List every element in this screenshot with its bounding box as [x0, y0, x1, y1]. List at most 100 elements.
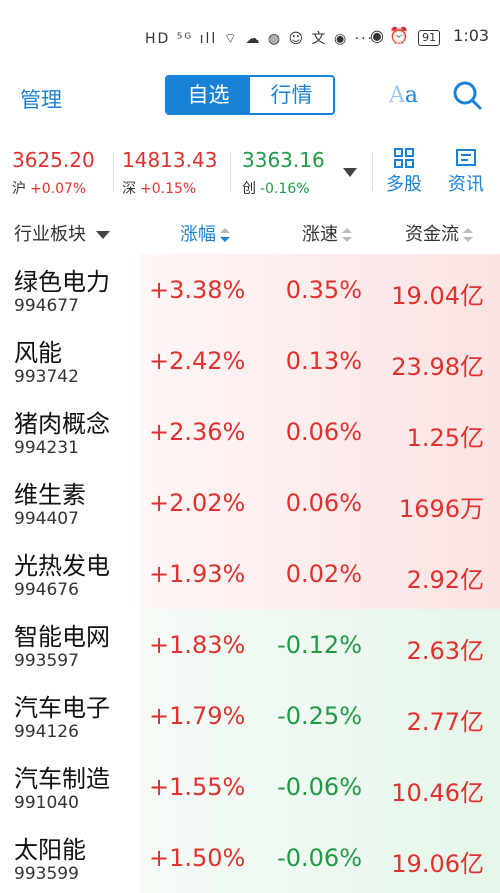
change-speed: -0.06%	[277, 773, 362, 801]
sector-code: 993742	[14, 367, 79, 387]
header-sector-label: 行业板块	[14, 224, 86, 245]
change-speed: 0.06%	[285, 418, 362, 446]
fund-flow: 1.25亿	[406, 424, 484, 452]
change-speed: 0.35%	[285, 276, 362, 304]
name-cell: 猪肉概念 994231	[0, 396, 141, 467]
divider	[113, 152, 114, 190]
fund-flow: 2.63亿	[406, 637, 484, 665]
index-change: +0.15%	[140, 181, 197, 197]
manage-button[interactable]: 管理	[20, 84, 62, 114]
change-pct: +2.36%	[149, 418, 246, 446]
change-pct: +1.79%	[149, 702, 246, 730]
sector-name: 绿色电力	[14, 268, 110, 296]
index-chinext[interactable]: 3363.16 创 -0.16%	[242, 148, 325, 198]
index-value: 14813.43	[122, 148, 218, 172]
header-sector[interactable]: 行业板块	[14, 220, 110, 246]
index-shanghai[interactable]: 3625.20 沪 +0.07%	[12, 148, 95, 198]
fund-flow: 23.98亿	[391, 353, 484, 381]
sector-name: 太阳能	[14, 836, 86, 864]
change-speed: 0.02%	[285, 560, 362, 588]
alarm-icon: ⏰	[389, 26, 409, 45]
status-icons: HD ⁵ᴳ ıll ⌔ ☁ ◍ ☺ 文 ◉ ···	[145, 31, 375, 47]
name-cell: 太阳能 993599	[0, 822, 141, 893]
fund-flow: 19.04亿	[391, 282, 484, 310]
header-speed[interactable]: 涨速	[302, 220, 352, 246]
name-cell: 光热发电 994676	[0, 538, 141, 609]
font-size-button[interactable]: Aa	[389, 83, 418, 108]
table-row[interactable]: 智能电网 993597 +1.83% -0.12% 2.63亿	[0, 609, 500, 680]
font-size-icon-a: A	[389, 83, 405, 108]
sort-icon	[463, 228, 473, 242]
header-flow-label: 资金流	[405, 224, 459, 245]
change-speed: -0.12%	[277, 631, 362, 659]
name-cell: 智能电网 993597	[0, 609, 141, 680]
status-bar: HD ⁵ᴳ ıll ⌔ ☁ ◍ ☺ 文 ◉ ··· ◉ ⏰ 91 1:03	[0, 0, 500, 70]
table-row[interactable]: 汽车制造 991040 +1.55% -0.06% 10.46亿	[0, 751, 500, 822]
change-pct: +2.42%	[149, 347, 246, 375]
header-change[interactable]: 涨幅	[180, 220, 230, 246]
change-pct: +2.02%	[149, 489, 246, 517]
sector-name: 光热发电	[14, 552, 110, 580]
multi-stock-button[interactable]: 多股	[386, 148, 422, 196]
tab-switcher: 自选 行情	[165, 75, 335, 115]
name-cell: 绿色电力 994677	[0, 254, 141, 325]
divider	[230, 152, 231, 190]
clock: 1:03	[453, 26, 490, 45]
change-pct: +3.38%	[149, 276, 246, 304]
fund-flow: 2.77亿	[406, 708, 484, 736]
table-row[interactable]: 汽车电子 994126 +1.79% -0.25% 2.77亿	[0, 680, 500, 751]
sector-name: 汽车制造	[14, 765, 110, 793]
change-speed: -0.25%	[277, 702, 362, 730]
sector-name: 维生素	[14, 481, 86, 509]
index-shenzhen[interactable]: 14813.43 深 +0.15%	[122, 148, 217, 198]
news-button[interactable]: 资讯	[448, 148, 484, 196]
index-change: +0.07%	[30, 181, 87, 197]
change-speed: 0.06%	[285, 489, 362, 517]
eye-icon: ◉	[370, 26, 384, 45]
index-change: -0.16%	[260, 181, 310, 197]
header-change-label: 涨幅	[180, 224, 216, 245]
table-row[interactable]: 风能 993742 +2.42% 0.13% 23.98亿	[0, 325, 500, 396]
search-icon[interactable]	[452, 80, 482, 110]
name-cell: 维生素 994407	[0, 467, 141, 538]
index-dropdown-icon[interactable]	[343, 168, 357, 177]
chevron-down-icon	[96, 231, 110, 239]
fund-flow: 2.92亿	[406, 566, 484, 594]
table-row[interactable]: 绿色电力 994677 +3.38% 0.35% 19.04亿	[0, 254, 500, 325]
change-pct: +1.93%	[149, 560, 246, 588]
sector-code: 994231	[14, 438, 79, 458]
table-row[interactable]: 光热发电 994676 +1.93% 0.02% 2.92亿	[0, 538, 500, 609]
index-value: 3625.20	[12, 148, 95, 172]
table-row[interactable]: 太阳能 993599 +1.50% -0.06% 19.06亿	[0, 822, 500, 893]
header-flow[interactable]: 资金流	[405, 220, 473, 246]
sort-icon	[342, 228, 352, 242]
change-pct: +1.50%	[149, 844, 246, 872]
change-pct: +1.83%	[149, 631, 246, 659]
sector-name: 汽车电子	[14, 694, 110, 722]
font-size-icon-b: a	[404, 83, 419, 108]
index-name: 深	[122, 181, 136, 197]
sector-code: 991040	[14, 793, 79, 813]
sort-icon	[220, 228, 230, 242]
sector-code: 994677	[14, 296, 79, 316]
news-icon	[456, 149, 476, 166]
fund-flow: 10.46亿	[391, 779, 484, 807]
header-speed-label: 涨速	[302, 224, 338, 245]
change-speed: 0.13%	[285, 347, 362, 375]
sector-code: 993599	[14, 864, 79, 884]
divider	[372, 152, 373, 190]
name-cell: 汽车制造 991040	[0, 751, 141, 822]
table-row[interactable]: 猪肉概念 994231 +2.36% 0.06% 1.25亿	[0, 396, 500, 467]
table-row[interactable]: 维生素 994407 +2.02% 0.06% 1696万	[0, 467, 500, 538]
sector-code: 994676	[14, 580, 79, 600]
index-name: 创	[242, 181, 256, 197]
tab-watchlist[interactable]: 自选	[167, 77, 250, 113]
sector-code: 994407	[14, 509, 79, 529]
sector-name: 智能电网	[14, 623, 110, 651]
news-label: 资讯	[448, 174, 484, 195]
top-bar: 管理 自选 行情 Aa	[0, 70, 500, 126]
tab-market[interactable]: 行情	[250, 77, 333, 113]
index-bar: 3625.20 沪 +0.07% 14813.43 深 +0.15% 3363.16…	[0, 140, 500, 202]
sector-name: 猪肉概念	[14, 410, 110, 438]
name-cell: 汽车电子 994126	[0, 680, 141, 751]
